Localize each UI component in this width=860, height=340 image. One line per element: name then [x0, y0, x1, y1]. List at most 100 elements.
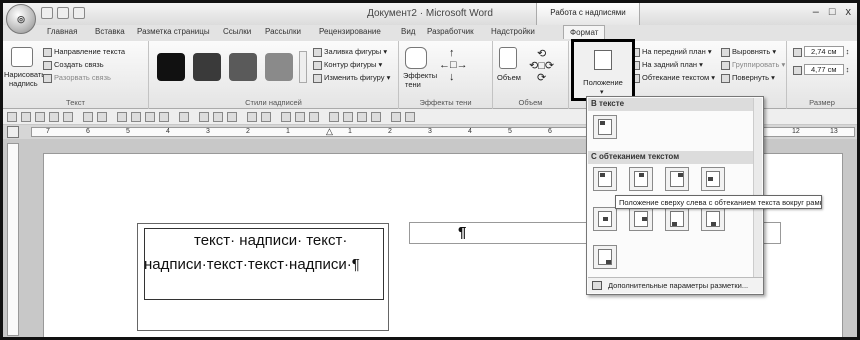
- 3d-effects-label[interactable]: Объем: [497, 73, 521, 82]
- more-layout-options[interactable]: Дополнительные параметры разметки...: [588, 277, 763, 293]
- ruler-number: 13: [830, 128, 838, 135]
- draw-textbox-icon[interactable]: [11, 47, 33, 67]
- close-button[interactable]: x: [846, 6, 852, 18]
- position-middle-center[interactable]: [593, 207, 617, 231]
- draw-textbox-label-2[interactable]: надпись: [9, 79, 38, 88]
- align-center-icon[interactable]: [343, 112, 353, 122]
- tab-review[interactable]: Рецензирование: [319, 27, 381, 36]
- position-bottom-center[interactable]: [701, 207, 725, 231]
- tab-format[interactable]: Формат: [563, 25, 606, 39]
- tab-references[interactable]: Ссылки: [223, 27, 251, 36]
- italic-icon[interactable]: [295, 112, 305, 122]
- tab-insert[interactable]: Вставка: [95, 27, 125, 36]
- format-painter-icon[interactable]: [179, 112, 189, 122]
- shadow-effects-label-2[interactable]: тени: [405, 80, 421, 89]
- tab-selector[interactable]: [7, 126, 19, 138]
- height-field[interactable]: 2,74 см ↕: [793, 46, 849, 57]
- page-icon: [634, 171, 648, 187]
- position-top-left[interactable]: [593, 167, 617, 191]
- justify-icon[interactable]: [371, 112, 381, 122]
- columns-icon[interactable]: [213, 112, 223, 122]
- undo-icon-2[interactable]: [83, 112, 93, 122]
- position-inline[interactable]: [593, 115, 617, 139]
- bullets-icon[interactable]: [247, 112, 257, 122]
- office-button[interactable]: ◎: [6, 4, 36, 34]
- table-icon[interactable]: [199, 112, 209, 122]
- print-icon[interactable]: [49, 112, 59, 122]
- drawing-icon[interactable]: [227, 112, 237, 122]
- position-top-right[interactable]: [665, 167, 689, 191]
- shadow-nudge-down-icon[interactable]: ↓: [449, 71, 455, 83]
- position-bottom-left[interactable]: [665, 207, 689, 231]
- maximize-button[interactable]: □: [829, 6, 836, 18]
- style-swatch-3[interactable]: [229, 53, 257, 81]
- change-shape-button[interactable]: Изменить фигуру ▾: [313, 73, 390, 83]
- tilt-down-icon[interactable]: ⟳: [537, 71, 546, 84]
- align-button[interactable]: Выровнять ▾: [721, 47, 776, 57]
- tab-addins[interactable]: Надстройки: [491, 27, 535, 36]
- spelling-icon[interactable]: [117, 112, 127, 122]
- context-tab-title: Работа с надписями: [536, 3, 640, 25]
- tab-home[interactable]: Главная: [47, 27, 77, 36]
- gallery-scrollbar[interactable]: [753, 98, 762, 278]
- symbol-icon[interactable]: [405, 112, 415, 122]
- styles-gallery-scroll[interactable]: [299, 51, 307, 83]
- paste-icon[interactable]: [159, 112, 169, 122]
- open-icon[interactable]: [21, 112, 31, 122]
- group-title-text: Текст: [66, 98, 85, 107]
- position-button[interactable]: Положение ▾: [571, 39, 635, 101]
- tab-mailings[interactable]: Рассылки: [265, 27, 301, 36]
- align-right-icon[interactable]: [357, 112, 367, 122]
- ruler-number: 2: [388, 128, 392, 135]
- page-icon: [598, 171, 612, 187]
- position-middle-right[interactable]: [629, 207, 653, 231]
- box-marker: [642, 217, 647, 221]
- break-link-button[interactable]: Разорвать связь: [43, 73, 111, 83]
- ruler-number: 4: [166, 128, 170, 135]
- rotate-button[interactable]: Повернуть ▾: [721, 73, 775, 83]
- ruler-scale[interactable]: 7 6 5 4 3 2 1 1 2 3 4 5 6 △: [31, 126, 591, 137]
- group-size: 2,74 см ↕ 4,77 см ↕ Размер: [787, 41, 857, 109]
- style-swatch-2[interactable]: [193, 53, 221, 81]
- new-doc-icon[interactable]: [7, 112, 17, 122]
- indent-marker-icon[interactable]: △: [326, 126, 333, 137]
- send-to-back-button[interactable]: На задний план ▾: [631, 60, 703, 70]
- tab-view[interactable]: Вид: [401, 27, 415, 36]
- tab-developer[interactable]: Разработчик: [427, 27, 474, 36]
- group-button[interactable]: Группировать ▾: [721, 60, 785, 70]
- text-wrapping-button[interactable]: Обтекание текстом ▾: [631, 73, 715, 83]
- ruler-number: 3: [428, 128, 432, 135]
- shadow-nudge-icons[interactable]: ←□→: [439, 59, 468, 71]
- shadow-effects-label-1[interactable]: Эффекты: [403, 71, 437, 80]
- position-top-center[interactable]: [629, 167, 653, 191]
- shadow-nudge-up-icon[interactable]: ↑: [449, 47, 455, 59]
- position-middle-left[interactable]: [701, 167, 725, 191]
- style-swatch-4[interactable]: [265, 53, 293, 81]
- numbering-icon[interactable]: [261, 112, 271, 122]
- underline-icon[interactable]: [309, 112, 319, 122]
- page-icon: [598, 249, 612, 265]
- align-left-icon[interactable]: [329, 112, 339, 122]
- textbox[interactable]: текст· надписи· текст· надписи·текст·тек…: [137, 223, 389, 331]
- ruler-scale-right[interactable]: 12 13: [763, 127, 855, 137]
- save-icon-2[interactable]: [35, 112, 45, 122]
- redo-icon-2[interactable]: [97, 112, 107, 122]
- tab-page-layout[interactable]: Разметка страницы: [137, 27, 210, 36]
- draw-textbox-label-1[interactable]: Нарисовать: [4, 70, 45, 79]
- cut-icon[interactable]: [131, 112, 141, 122]
- shape-fill-button[interactable]: Заливка фигуры ▾: [313, 47, 387, 57]
- text-direction-button[interactable]: Направление текста: [43, 47, 125, 57]
- width-field[interactable]: 4,77 см ↕: [793, 64, 849, 75]
- position-bottom-right[interactable]: [593, 245, 617, 269]
- font-size-icon[interactable]: [391, 112, 401, 122]
- bold-icon[interactable]: [281, 112, 291, 122]
- minimize-button[interactable]: –: [813, 6, 819, 18]
- style-swatch-1[interactable]: [157, 53, 185, 81]
- shape-outline-button[interactable]: Контур фигуры ▾: [313, 60, 382, 70]
- bring-to-front-button[interactable]: На передний план ▾: [631, 47, 712, 57]
- create-link-button[interactable]: Создать связь: [43, 60, 104, 70]
- shadow-effects-icon[interactable]: [405, 47, 427, 69]
- 3d-effects-icon[interactable]: [499, 47, 517, 69]
- copy-icon[interactable]: [145, 112, 155, 122]
- preview-icon[interactable]: [63, 112, 73, 122]
